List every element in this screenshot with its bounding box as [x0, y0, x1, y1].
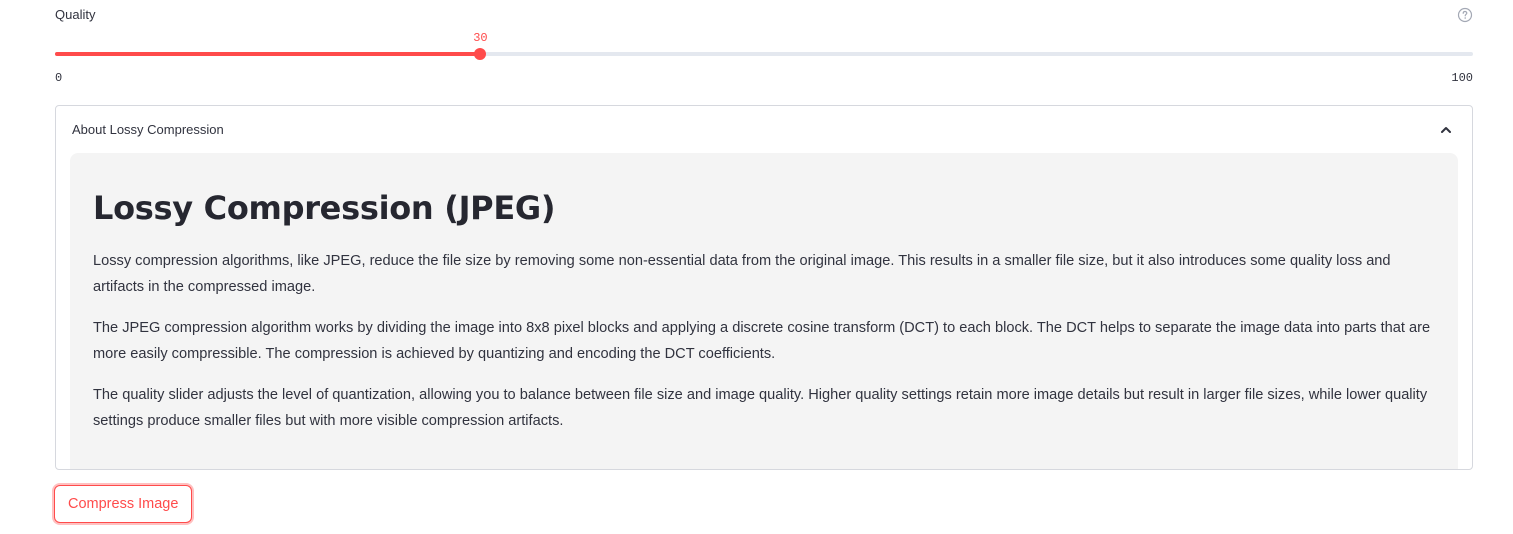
question-circle-icon[interactable] — [1457, 7, 1473, 23]
about-expander: About Lossy Compression Lossy Compressio… — [55, 105, 1473, 470]
expander-content: Lossy Compression (JPEG) Lossy compressi… — [70, 153, 1458, 469]
slider-fill — [55, 52, 481, 56]
slider-thumb[interactable] — [474, 48, 487, 60]
app-root: Quality 30 0 100 About Lossy Compression — [0, 0, 1513, 534]
expander-header[interactable]: About Lossy Compression — [56, 106, 1472, 152]
expander-title: About Lossy Compression — [72, 122, 224, 137]
slider-min-label: 0 — [55, 71, 63, 85]
content-heading: Lossy Compression (JPEG) — [93, 189, 556, 227]
paragraph: Lossy compression algorithms, like JPEG,… — [93, 253, 1391, 295]
slider-current-value: 30 — [473, 31, 488, 45]
chevron-up-icon[interactable] — [1439, 123, 1453, 137]
paragraph: The quality slider adjusts the level of … — [93, 387, 1428, 429]
slider-max-label: 100 — [1451, 71, 1473, 85]
paragraph: The JPEG compression algorithm works by … — [93, 320, 1431, 362]
slider-track[interactable] — [55, 48, 1473, 60]
slider-label: Quality — [55, 7, 96, 22]
compress-image-button[interactable]: Compress Image — [54, 485, 193, 523]
